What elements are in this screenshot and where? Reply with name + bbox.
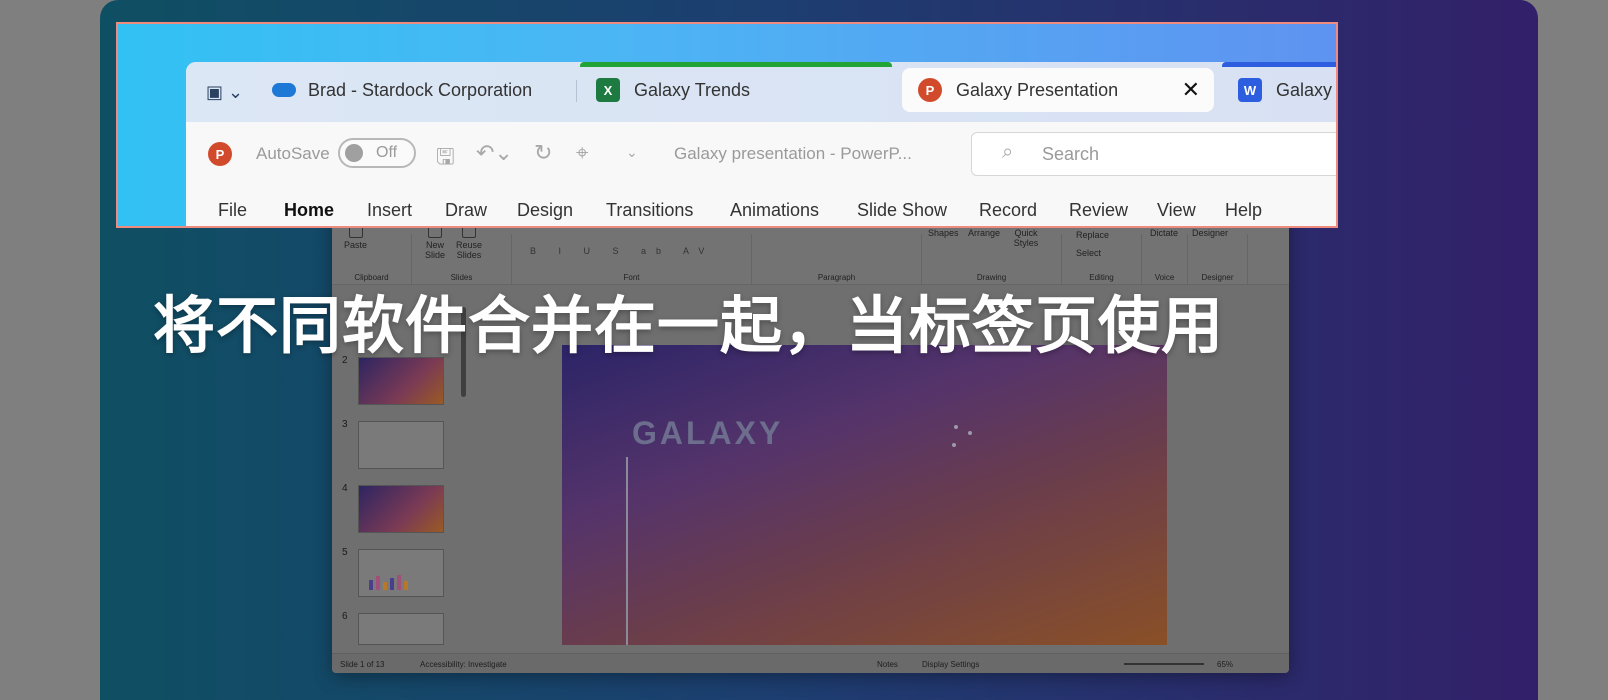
star-decoration-icon bbox=[950, 425, 980, 455]
zoom-level[interactable]: 65% bbox=[1217, 660, 1233, 669]
arrange-button[interactable]: Arrange bbox=[968, 228, 1000, 238]
autosave-toggle[interactable]: Off bbox=[338, 138, 416, 168]
slide-number: 4 bbox=[342, 483, 348, 494]
display-settings-button[interactable]: Display Settings bbox=[922, 660, 979, 669]
dictate-button[interactable]: Dictate bbox=[1150, 228, 1178, 238]
tab-file[interactable]: File bbox=[218, 200, 247, 221]
shapes-button[interactable]: Shapes bbox=[928, 228, 959, 238]
headline-text: 将不同软件合并在一起，当标签页使用 bbox=[153, 289, 1225, 362]
tab-animations[interactable]: Animations bbox=[730, 200, 819, 221]
onedrive-cloud-icon bbox=[272, 83, 296, 97]
present-icon[interactable]: ⌖ bbox=[576, 140, 588, 166]
tab-label: Galaxy Presentation bbox=[956, 79, 1119, 100]
paste-button[interactable]: Paste bbox=[344, 226, 367, 250]
slide-thumbnail-4[interactable] bbox=[358, 485, 444, 533]
slide-count-status: Slide 1 of 13 bbox=[340, 660, 385, 669]
tab-strip: ▣ ⌄ Brad - Stardock Corporation X Galaxy… bbox=[186, 62, 1336, 122]
notes-button[interactable]: Notes bbox=[877, 660, 898, 669]
tab-label: Galaxy Trends bbox=[634, 79, 751, 100]
close-icon[interactable]: ✕ bbox=[1182, 77, 1200, 103]
undo-icon[interactable]: ↶⌄ bbox=[476, 140, 513, 166]
autosave-label: AutoSave bbox=[256, 144, 330, 163]
slide-thumbnail-5[interactable] bbox=[358, 549, 444, 597]
replace-button[interactable]: Replace bbox=[1076, 230, 1109, 240]
tab-slide-show[interactable]: Slide Show bbox=[857, 200, 947, 221]
toggle-knob bbox=[345, 144, 363, 162]
new-slide-button[interactable]: New Slide bbox=[420, 226, 450, 260]
status-bar: Slide 1 of 13 Accessibility: Investigate… bbox=[332, 653, 1289, 673]
search-icon: ⌕ bbox=[1002, 141, 1014, 163]
tab-onedrive[interactable]: Brad - Stardock Corporation bbox=[256, 68, 556, 112]
designer-button[interactable]: Designer bbox=[1192, 228, 1228, 238]
tab-insert[interactable]: Insert bbox=[367, 200, 412, 221]
word-icon: W bbox=[1238, 78, 1262, 102]
zoom-slider[interactable] bbox=[1124, 663, 1204, 665]
tab-word[interactable]: W Galaxy Sc bbox=[1222, 68, 1336, 112]
quick-access-toolbar: P AutoSave Off 🖫 ↶⌄ ↻ ⌖ ⌄ Galaxy present… bbox=[186, 122, 1336, 186]
customize-toolbar-icon[interactable]: ⌄ bbox=[626, 144, 638, 161]
tab-help[interactable]: Help bbox=[1225, 200, 1262, 221]
slide-title[interactable]: GALAXY bbox=[632, 415, 783, 452]
tab-home[interactable]: Home bbox=[284, 200, 334, 221]
excel-icon: X bbox=[596, 78, 620, 102]
search-box[interactable]: ⌕ Search bbox=[971, 132, 1336, 176]
app-window: ▣ ⌄ Brad - Stardock Corporation X Galaxy… bbox=[186, 62, 1336, 226]
tab-record[interactable]: Record bbox=[979, 200, 1037, 221]
slide-number: 6 bbox=[342, 611, 348, 622]
slide-number: 3 bbox=[342, 419, 348, 430]
powerpoint-app-icon: P bbox=[208, 142, 232, 166]
accessibility-status[interactable]: Accessibility: Investigate bbox=[420, 660, 507, 669]
slide-thumbnail-3[interactable] bbox=[358, 421, 444, 469]
powerpoint-icon: P bbox=[918, 78, 942, 102]
slide-thumbnail-6[interactable] bbox=[358, 613, 444, 645]
font-format-buttons[interactable]: B I U S ab AV bbox=[530, 246, 714, 256]
toggle-state: Off bbox=[376, 144, 398, 161]
reuse-slides-button[interactable]: Reuse Slides bbox=[454, 226, 484, 260]
tab-label: Brad - Stardock Corporation bbox=[308, 79, 533, 100]
ribbon-tab-bar: File Home Insert Draw Design Transitions… bbox=[186, 186, 1336, 226]
tab-transitions[interactable]: Transitions bbox=[606, 200, 693, 221]
slide-number: 5 bbox=[342, 547, 348, 558]
tab-accent-excel bbox=[580, 62, 892, 67]
current-slide-canvas[interactable]: GALAXY bbox=[562, 345, 1167, 645]
slide-divider-line bbox=[626, 457, 628, 645]
tab-design[interactable]: Design bbox=[517, 200, 573, 221]
tab-label: Galaxy Sc bbox=[1276, 79, 1336, 100]
document-title: Galaxy presentation - PowerP... bbox=[674, 144, 912, 163]
tab-view[interactable]: View bbox=[1157, 200, 1196, 221]
zoomed-titlebar-callout: ▣ ⌄ Brad - Stardock Corporation X Galaxy… bbox=[116, 22, 1338, 228]
tab-review[interactable]: Review bbox=[1069, 200, 1128, 221]
select-button[interactable]: Select bbox=[1076, 248, 1101, 258]
search-input[interactable]: Search bbox=[1042, 144, 1099, 165]
powerpoint-window-dimmed: Paste Clipboard New Slide Reuse Slides S… bbox=[332, 150, 1289, 673]
tab-menu-button[interactable]: ▣ ⌄ bbox=[206, 82, 243, 103]
tab-separator bbox=[576, 80, 577, 102]
tab-accent-word bbox=[1222, 62, 1336, 67]
redo-icon[interactable]: ↻ bbox=[534, 140, 552, 166]
thumbnail-chart bbox=[369, 572, 408, 590]
tab-powerpoint-active[interactable]: P Galaxy Presentation ✕ bbox=[902, 68, 1214, 112]
tab-draw[interactable]: Draw bbox=[445, 200, 487, 221]
save-icon[interactable]: 🖫 bbox=[436, 140, 455, 178]
tab-excel[interactable]: X Galaxy Trends bbox=[580, 68, 890, 112]
quick-styles-button[interactable]: Quick Styles bbox=[1012, 228, 1040, 248]
